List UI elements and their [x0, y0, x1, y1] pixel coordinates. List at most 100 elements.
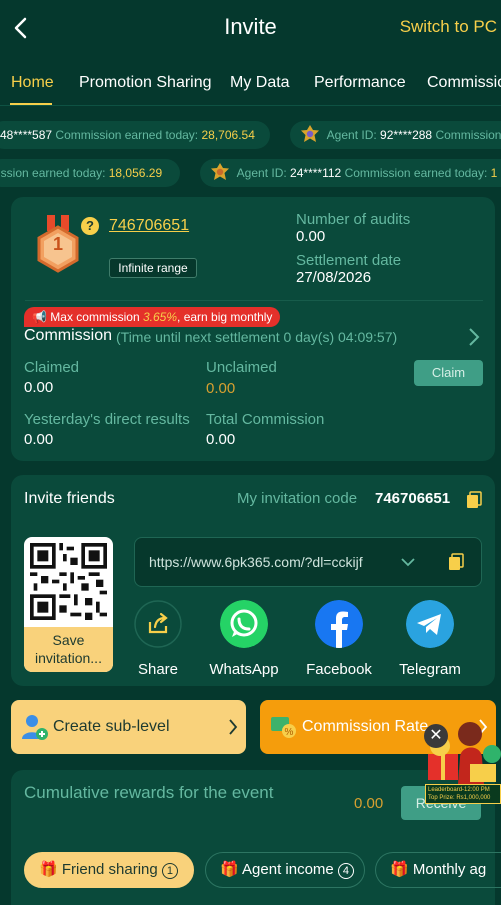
create-sub-level-label: Create sub-level	[53, 718, 170, 735]
qr-card[interactable]: Save invitation...	[24, 537, 113, 672]
gift-icon: 🎁	[39, 861, 58, 878]
promo-line1: Leaderboard-12:00 PM	[428, 787, 490, 793]
gift-icon: 🎁	[390, 861, 409, 878]
claimed-value: 0.00	[24, 379, 54, 396]
ticker-agent-id: 24****112	[290, 166, 342, 180]
invite-friends-title: Invite friends	[24, 490, 115, 507]
telegram-button[interactable]: Telegram	[395, 600, 465, 678]
audits-value: 0.00	[296, 228, 326, 245]
svg-text:%: %	[285, 727, 294, 738]
save-invitation-button[interactable]: Save invitation...	[24, 627, 113, 672]
tab-promotion-sharing[interactable]: Promotion Sharing	[79, 74, 212, 92]
promo-caption: Leaderboard-12:00 PM Top Prize: Rs1,000,…	[425, 784, 501, 804]
cumulative-rewards-title: Cumulative rewards for the event	[24, 783, 274, 802]
telegram-icon	[406, 600, 454, 648]
megaphone-icon: 📢	[32, 310, 47, 324]
ticker-agent-label: Agent ID:	[326, 128, 377, 142]
max-commission-pct: 3.65%	[143, 310, 178, 324]
save-invitation-line1: Save	[52, 632, 85, 648]
copy-code-icon[interactable]	[466, 491, 482, 509]
tab-my-data[interactable]: My Data	[230, 74, 290, 92]
tab-commission[interactable]: Commission	[427, 74, 501, 92]
ticker-item: 48****587 Commission earned today: 28,70…	[0, 121, 270, 149]
yesterday-value: 0.00	[24, 431, 54, 448]
close-icon[interactable]: ✕	[424, 724, 448, 748]
ticker-value: 28,706.54	[201, 128, 255, 142]
commission-title: Commission	[24, 327, 113, 344]
invitation-code-label: My invitation code	[237, 490, 358, 507]
invitation-code-value: 746706651	[375, 490, 451, 507]
ticker-value: 1	[490, 166, 498, 180]
ticker-user-id: 48****587	[0, 128, 53, 142]
tab-performance[interactable]: Performance	[314, 74, 406, 92]
cumulative-rewards-value: 0.00	[354, 795, 384, 812]
claim-button[interactable]: Claim	[414, 360, 483, 386]
chip-label: Monthly ag	[412, 861, 487, 878]
whatsapp-label: WhatsApp	[209, 661, 279, 678]
agent-id-link[interactable]: 746706651	[109, 217, 189, 235]
telegram-label: Telegram	[399, 661, 461, 678]
ticker-item: Agent ID: 24****112 Commission earned to…	[200, 159, 501, 187]
header: Invite Switch to PC	[0, 0, 501, 56]
invite-link-field[interactable]: https://www.6pk365.com/?dl=cckijf	[134, 537, 482, 587]
add-user-icon	[22, 715, 48, 740]
unclaimed-value: 0.00	[206, 380, 236, 397]
facebook-label: Facebook	[306, 661, 372, 678]
save-invitation-line2: invitation...	[35, 650, 102, 666]
audits-label: Number of audits	[296, 211, 411, 228]
settlement-countdown: (Time until next settlement 0 day(s) 04:…	[116, 329, 398, 345]
share-icon	[134, 600, 182, 648]
ticker-label: Commission	[435, 128, 501, 142]
range-badge: Infinite range	[109, 258, 197, 278]
switch-to-pc-link[interactable]: Switch to PC	[400, 17, 497, 37]
chip-label: Friend sharing	[61, 861, 158, 878]
claimed-label: Claimed	[24, 359, 80, 376]
chevron-down-icon[interactable]	[401, 556, 415, 568]
chevron-right-icon	[229, 719, 238, 735]
total-commission-value: 0.00	[206, 431, 236, 448]
chip-monthly[interactable]: 🎁 Monthly ag	[375, 852, 501, 888]
agent-badge-icon	[301, 125, 319, 143]
whatsapp-button[interactable]: WhatsApp	[209, 600, 279, 678]
chevron-right-icon[interactable]	[467, 327, 481, 347]
share-button[interactable]: Share	[123, 600, 193, 678]
help-icon[interactable]: ?	[81, 217, 99, 235]
commission-rate-label: Commission Rate	[302, 718, 429, 735]
max-commission-badge: 📢 Max commission 3.65%, earn big monthly	[24, 307, 281, 327]
ticker-item: ission earned today: 18,056.29	[0, 159, 180, 187]
ticker-agent-label: Agent ID:	[236, 166, 287, 180]
commission-rate-icon: %	[271, 717, 296, 738]
promo-line2: Top Prize: Rs1,000,000	[428, 795, 491, 801]
gift-icon: 🎁	[220, 861, 239, 878]
invite-link-text: https://www.6pk365.com/?dl=cckijf	[149, 554, 363, 570]
ticker-agent-id: 92****288	[380, 128, 433, 142]
max-commission-label: Max commission	[50, 310, 140, 324]
ticker-label: Commission earned today:	[55, 128, 199, 142]
settlement-label: Settlement date	[296, 252, 402, 269]
facebook-button[interactable]: Facebook	[304, 600, 374, 678]
ticker-item: Agent ID: 92****288 Commission	[290, 121, 501, 149]
tab-bar: Home Promotion Sharing My Data Performan…	[0, 62, 501, 106]
ticker-label: Commission earned today:	[344, 166, 488, 180]
unclaimed-label: Unclaimed	[206, 359, 277, 376]
ticker-label: ission earned today:	[0, 166, 106, 180]
share-label: Share	[137, 661, 179, 678]
copy-link-icon[interactable]	[448, 553, 464, 571]
settlement-value: 27/08/2026	[296, 269, 372, 286]
total-commission-label: Total Commission	[206, 411, 325, 428]
facebook-icon	[315, 600, 363, 648]
create-sub-level-button[interactable]: Create sub-level	[11, 700, 246, 754]
divider	[25, 300, 483, 301]
qr-code-icon	[30, 543, 107, 620]
chip-friend-sharing[interactable]: 🎁 Friend sharing 1	[24, 852, 194, 888]
yesterday-label: Yesterday's direct results	[24, 411, 190, 428]
chip-agent-income[interactable]: 🎁 Agent income 4	[205, 852, 365, 888]
level-number: 1	[52, 234, 63, 254]
ticker-row: ission earned today: 18,056.29 Agent ID:…	[0, 159, 501, 187]
whatsapp-icon	[220, 600, 268, 648]
ticker-row: 48****587 Commission earned today: 28,70…	[0, 121, 501, 149]
tab-home[interactable]: Home	[11, 74, 54, 92]
chip-label: Agent income	[242, 861, 334, 878]
agent-badge-icon	[211, 163, 229, 181]
ticker-value: 18,056.29	[108, 166, 163, 180]
